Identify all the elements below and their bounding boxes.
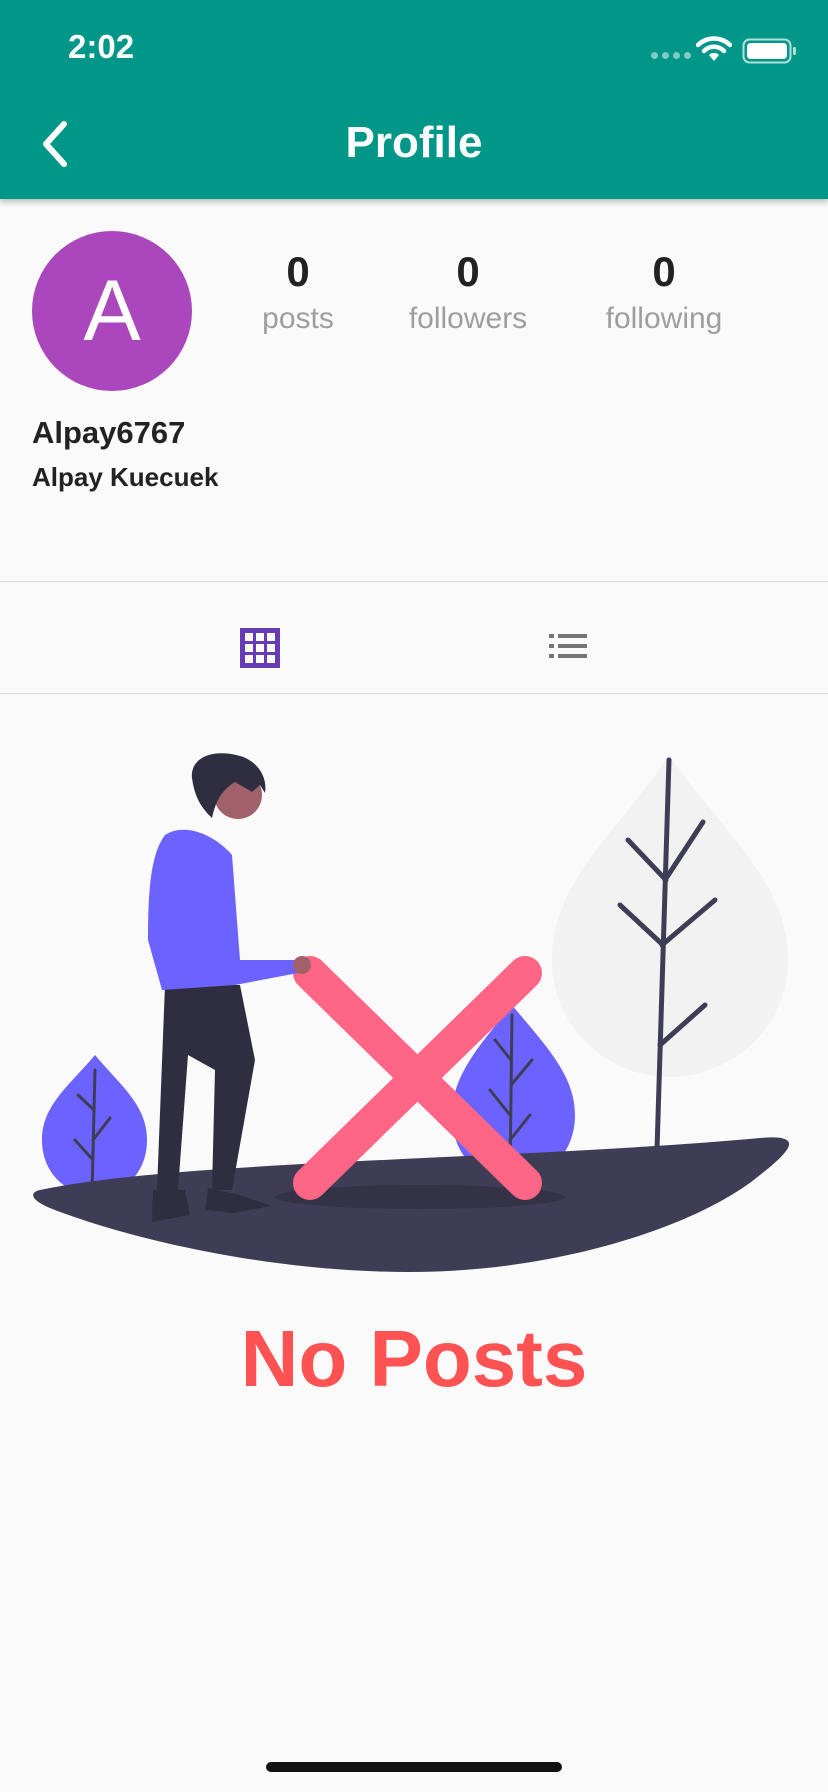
grid-icon[interactable] — [238, 626, 282, 670]
username: Alpay6767 — [32, 415, 186, 450]
following-count: 0 — [652, 248, 676, 295]
cellular-signal-icon — [651, 52, 691, 59]
following-label: following — [605, 302, 723, 335]
status-time: 2:02 — [68, 28, 135, 65]
followers-count: 0 — [456, 248, 480, 295]
divider — [0, 581, 828, 582]
following-stat[interactable]: 0 following — [584, 247, 744, 339]
home-indicator[interactable] — [266, 1762, 562, 1772]
posts-count: 0 — [286, 248, 310, 295]
page-title: Profile — [345, 118, 483, 167]
posts-stat[interactable]: 0 posts — [218, 247, 378, 339]
posts-label: posts — [262, 302, 334, 335]
divider — [0, 693, 828, 694]
avatar[interactable]: A — [32, 231, 192, 391]
full-name: Alpay Kuecuek — [32, 462, 219, 492]
followers-stat[interactable]: 0 followers — [388, 247, 548, 339]
wifi-icon — [696, 36, 732, 61]
no-posts-message: No Posts — [240, 1314, 588, 1403]
empty-state-illustration — [33, 753, 790, 1272]
app-header: 2:02 Profile — [0, 0, 828, 199]
battery-icon — [742, 38, 796, 64]
followers-label: followers — [408, 302, 528, 335]
list-icon[interactable] — [549, 632, 587, 660]
